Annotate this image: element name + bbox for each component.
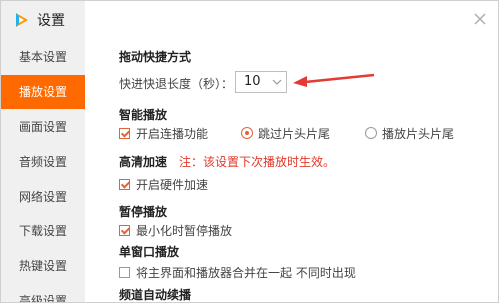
continuous-play-checkbox[interactable] — [119, 128, 130, 139]
seek-length-value: 10 — [244, 74, 261, 89]
sidebar-item-playback[interactable]: 播放设置 — [1, 75, 85, 109]
section-title-smart-play: 智能播放 — [119, 108, 168, 122]
sidebar-item-advanced[interactable]: 高级设置 — [1, 284, 85, 302]
tencent-video-logo-icon — [16, 13, 28, 27]
merge-window-label: 将主界面和播放器合并在一起 不同时出现 — [136, 266, 356, 280]
hardware-accel-label: 开启硬件加速 — [136, 178, 209, 192]
sidebar-item-hotkey[interactable]: 热键设置 — [1, 249, 85, 283]
minimize-pause-label: 最小化时暂停播放 — [136, 224, 233, 238]
hd-accel-note: 注：该设置下次播放时生效。 — [179, 155, 336, 169]
section-title-pause: 暂停播放 — [119, 205, 168, 219]
section-title-auto-continue: 频道自动续播 — [119, 288, 192, 302]
sidebar-item-download[interactable]: 下载设置 — [1, 214, 85, 248]
skip-intro-radio[interactable] — [241, 127, 253, 139]
sidebar: 设置 基本设置 播放设置 画面设置 音频设置 网络设置 下载设置 热键设置 高级… — [1, 1, 85, 302]
settings-content: 拖动快捷方式 快进快退长度（秒）： 10 智能播放 开启连播功能 跳过片头片尾 … — [119, 1, 498, 302]
hardware-accel-checkbox[interactable] — [119, 179, 130, 190]
window-title: 设置 — [37, 13, 65, 29]
section-title-drag-seek: 拖动快捷方式 — [119, 50, 192, 64]
seek-length-select[interactable]: 10 — [235, 71, 287, 93]
red-arrow-annotation-icon — [293, 73, 375, 87]
sidebar-item-network[interactable]: 网络设置 — [1, 180, 85, 214]
seek-length-label: 快进快退长度（秒）： — [119, 77, 234, 91]
play-intro-label: 播放片头片尾 — [382, 127, 455, 141]
chevron-down-icon — [272, 79, 282, 85]
sidebar-item-audio[interactable]: 音频设置 — [1, 145, 85, 179]
merge-window-checkbox[interactable] — [119, 267, 130, 278]
minimize-pause-checkbox[interactable] — [119, 225, 130, 236]
section-title-hd-accel: 高清加速 — [119, 155, 168, 169]
app-logo: 设置 — [13, 11, 65, 29]
continuous-play-label: 开启连播功能 — [136, 127, 209, 141]
sidebar-item-basic[interactable]: 基本设置 — [1, 40, 85, 74]
sidebar-item-picture[interactable]: 画面设置 — [1, 110, 85, 144]
skip-intro-label: 跳过片头片尾 — [258, 127, 331, 141]
settings-window: 设置 基本设置 播放设置 画面设置 音频设置 网络设置 下载设置 热键设置 高级… — [0, 0, 499, 303]
play-intro-radio[interactable] — [365, 127, 377, 139]
section-title-single-window: 单窗口播放 — [119, 245, 180, 259]
